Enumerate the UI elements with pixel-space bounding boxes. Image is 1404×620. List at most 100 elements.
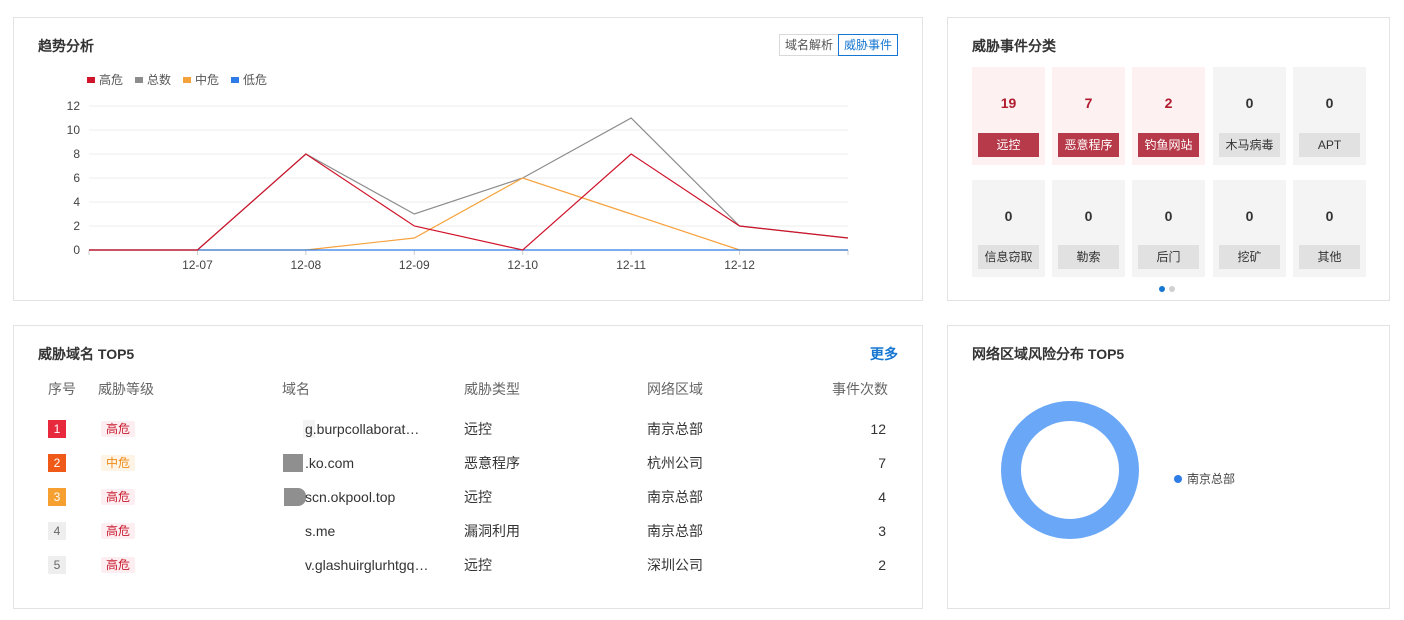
x-tick-label: 12-08: [291, 258, 322, 272]
count-cell: 7: [878, 455, 886, 471]
header-domain: 域名: [282, 381, 310, 397]
count-cell: 3: [878, 523, 886, 539]
x-tick-label: 12-12: [724, 258, 755, 272]
region-legend[interactable]: 南京总部: [1174, 470, 1235, 487]
region-legend-label: 南京总部: [1187, 472, 1236, 486]
category-card[interactable]: 0 APT: [1293, 67, 1366, 165]
rank-badge: 1: [48, 420, 66, 438]
more-link[interactable]: 更多: [870, 344, 898, 364]
domain-cell[interactable]: s.me: [305, 522, 450, 540]
threat-level-tag: 高危: [101, 421, 136, 437]
region-cell: 南京总部: [647, 523, 703, 539]
category-label: 勒索: [1058, 245, 1119, 269]
category-count: 0: [1245, 95, 1254, 111]
y-tick-label: 8: [73, 147, 80, 161]
y-tick-label: 4: [73, 195, 80, 209]
top5-title: 威胁域名 TOP5: [38, 346, 135, 362]
rank-badge: 2: [48, 454, 66, 472]
region-cell: 南京总部: [647, 489, 703, 505]
y-tick-label: 0: [73, 243, 80, 257]
redaction-block: [283, 454, 303, 472]
category-label: 木马病毒: [1219, 133, 1280, 157]
x-tick-label: 12-09: [399, 258, 430, 272]
series-line-中危[interactable]: [89, 177, 848, 251]
domain-cell[interactable]: scn.okpool.top: [305, 488, 450, 506]
count-cell: 12: [870, 421, 886, 437]
donut-slice-南京总部[interactable]: [1001, 401, 1139, 539]
category-card[interactable]: 7 恶意程序: [1052, 67, 1125, 165]
carousel-dot-2[interactable]: [1169, 286, 1175, 292]
trend-line-chart: 0 2 4 6 8 10 12 12-07 12-08 12-09 12-10 12-11 12-12: [67, 99, 849, 272]
threat-level-tag: 高危: [101, 489, 136, 505]
header-level: 威胁等级: [98, 381, 154, 397]
category-count: 19: [1000, 95, 1017, 111]
threat-level-tag: 高危: [101, 523, 136, 539]
category-card[interactable]: 2 钓鱼网站: [1132, 67, 1205, 165]
category-label: 钓鱼网站: [1138, 133, 1199, 157]
category-card[interactable]: 0 信息窃取: [972, 180, 1045, 277]
threat-domain-top5-panel: 威胁域名 TOP5 更多 序号 威胁等级 域名 威胁类型 网络区域 事件次数 1…: [13, 325, 923, 609]
threat-level-tag: 高危: [101, 557, 136, 573]
category-title: 威胁事件分类: [972, 38, 1056, 54]
type-cell: 漏洞利用: [464, 523, 520, 539]
rank-badge: 5: [48, 556, 66, 574]
table-row[interactable]: 3 高危 scn.okpool.top 远控 南京总部 4: [14, 486, 922, 520]
redaction-block: [284, 488, 306, 506]
category-label: APT: [1299, 133, 1360, 157]
count-cell: 2: [878, 557, 886, 573]
region-cell: 南京总部: [647, 421, 703, 437]
category-card[interactable]: 0 后门: [1132, 180, 1205, 277]
y-tick-label: 6: [73, 171, 80, 185]
domain-cell[interactable]: g.burpcollaborat…: [305, 420, 450, 438]
category-card[interactable]: 0 其他: [1293, 180, 1366, 277]
domain-cell[interactable]: .ko.com: [305, 454, 450, 472]
y-tick-label: 12: [67, 99, 81, 113]
category-label: 远控: [978, 133, 1039, 157]
series-line-总数[interactable]: [89, 117, 849, 251]
category-count: 0: [1245, 208, 1254, 224]
category-label: 其他: [1299, 245, 1360, 269]
domain-cell[interactable]: v.glashuirglurhtgq…: [305, 556, 450, 574]
category-count: 0: [1325, 208, 1334, 224]
header-type: 威胁类型: [464, 381, 520, 397]
x-tick-label: 12-11: [616, 258, 646, 272]
rank-badge: 4: [48, 522, 66, 540]
rank-badge: 3: [48, 488, 66, 506]
category-card[interactable]: 0 挖矿: [1213, 180, 1286, 277]
category-label: 恶意程序: [1058, 133, 1119, 157]
region-cell: 深圳公司: [647, 557, 703, 573]
category-label: 后门: [1138, 245, 1199, 269]
category-label: 挖矿: [1219, 245, 1280, 269]
region-legend-dot: [1174, 474, 1182, 483]
category-count: 7: [1084, 95, 1093, 111]
carousel-dot-1[interactable]: [1159, 286, 1165, 292]
header-region: 网络区域: [647, 381, 703, 397]
trend-panel: 趋势分析 域名解析 威胁事件 高危 总数 中危 低危 0 2 4 6 8 10 12 12-0…: [13, 17, 923, 301]
category-count: 0: [1084, 208, 1093, 224]
carousel-dots: [1159, 286, 1179, 292]
type-cell: 远控: [464, 557, 492, 573]
x-tick-label: 12-10: [507, 258, 538, 272]
threat-level-tag: 中危: [101, 455, 136, 471]
table-row[interactable]: 4 高危 s.me 漏洞利用 南京总部 3: [14, 520, 922, 554]
threat-category-panel: 威胁事件分类 19 远控 7 恶意程序 2 钓鱼网站 0 木马病毒 0 APT 0 信息窃取 0 勒索 0 后…: [947, 17, 1390, 301]
region-cell: 杭州公司: [647, 455, 703, 471]
table-row[interactable]: 5 高危 v.glashuirglurhtgq… 远控 深圳公司 2: [14, 554, 922, 588]
region-title: 网络区域风险分布 TOP5: [972, 346, 1125, 362]
category-card[interactable]: 19 远控: [972, 67, 1045, 165]
category-card[interactable]: 0 勒索: [1052, 180, 1125, 277]
type-cell: 远控: [464, 421, 492, 437]
type-cell: 恶意程序: [464, 455, 520, 471]
category-label: 信息窃取: [978, 245, 1039, 269]
y-tick-label: 2: [73, 219, 80, 233]
table-row[interactable]: 1 高危 g.burpcollaborat… 远控 南京总部 12: [14, 418, 922, 452]
category-count: 0: [1164, 208, 1173, 224]
category-count: 0: [1004, 208, 1013, 224]
table-row[interactable]: 2 中危 .ko.com 恶意程序 杭州公司 7: [14, 452, 922, 486]
header-count: 事件次数: [832, 381, 888, 397]
category-count: 2: [1164, 95, 1173, 111]
region-risk-panel: 网络区域风险分布 TOP5 南京总部: [947, 325, 1390, 609]
category-card[interactable]: 0 木马病毒: [1213, 67, 1286, 165]
count-cell: 4: [878, 489, 886, 505]
category-count: 0: [1325, 95, 1334, 111]
